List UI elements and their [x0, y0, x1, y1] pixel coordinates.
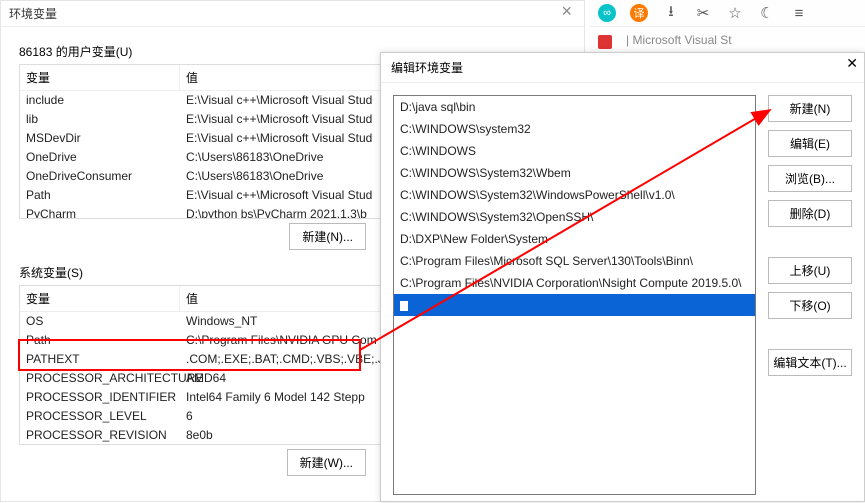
var-name: PROCESSOR_REVISION [26, 428, 186, 442]
system-new-button[interactable]: 新建(W)... [287, 449, 366, 476]
list-item[interactable]: D:\DXP\New Folder\System [394, 228, 755, 250]
var-name: PROCESSOR_ARCHITECTURE [26, 371, 186, 385]
edit-dialog-title-bar: 编辑环境变量 ✕ [381, 53, 864, 83]
list-item[interactable]: C:\WINDOWS [394, 140, 755, 162]
scissors-icon[interactable]: ✂ [694, 4, 712, 22]
list-item[interactable]: C:\WINDOWS\System32\WindowsPowerShell\v1… [394, 184, 755, 206]
link-icon[interactable]: ∞ [598, 4, 616, 22]
list-item[interactable]: C:\WINDOWS\system32 [394, 118, 755, 140]
dialog-button-column: 新建(N) 编辑(E) 浏览(B)... 删除(D) 上移(U) 下移(O) 编… [768, 95, 852, 495]
col-header-name: 变量 [20, 286, 180, 311]
browse-button[interactable]: 浏览(B)... [768, 165, 852, 192]
var-name: OneDrive [26, 150, 186, 164]
translate-icon[interactable]: 译 [630, 4, 648, 22]
move-up-button[interactable]: 上移(U) [768, 257, 852, 284]
var-name: MSDevDir [26, 131, 186, 145]
var-name: include [26, 93, 186, 107]
tab-fragment: | Microsoft Visual St [626, 33, 732, 47]
close-icon[interactable]: ✕ [846, 55, 858, 72]
var-name: OneDriveConsumer [26, 169, 186, 183]
delete-button[interactable]: 删除(D) [768, 200, 852, 227]
edit-env-variable-dialog: 编辑环境变量 ✕ D:\python\python36\Scripts\D:\p… [380, 52, 865, 502]
var-name: PATHEXT [26, 352, 186, 366]
new-button[interactable]: 新建(N) [768, 95, 852, 122]
star-icon[interactable]: ☆ [726, 4, 744, 22]
menu-icon[interactable]: ≡ [790, 4, 808, 22]
var-name: lib [26, 112, 186, 126]
var-name: Path [26, 333, 186, 347]
path-listbox[interactable]: D:\python\python36\Scripts\D:\python\pyt… [393, 95, 756, 495]
favicon-icon [598, 35, 612, 49]
download-icon[interactable]: ⭳ [662, 4, 680, 22]
edit-dialog-title: 编辑环境变量 [391, 61, 463, 75]
var-name: Path [26, 188, 186, 202]
list-item-new[interactable] [394, 294, 755, 316]
list-item[interactable]: C:\WINDOWS\System32\OpenSSH\ [394, 206, 755, 228]
move-down-button[interactable]: 下移(O) [768, 292, 852, 319]
list-item[interactable]: C:\WINDOWS\System32\Wbem [394, 162, 755, 184]
list-item[interactable]: D:\java sql\bin [394, 96, 755, 118]
var-name: OS [26, 314, 186, 328]
env-window-title: 环境变量 [9, 7, 57, 21]
var-name: PROCESSOR_IDENTIFIER [26, 390, 186, 404]
list-item[interactable]: C:\Program Files\NVIDIA Corporation\Nsig… [394, 272, 755, 294]
browser-toolbar: ∞ 译 ⭳ ✂ ☆ ☾ ≡ | Microsoft Visual St [590, 0, 865, 52]
col-header-name: 变量 [20, 65, 180, 90]
var-name: PyCharm [26, 207, 186, 219]
edit-text-button[interactable]: 编辑文本(T)... [768, 349, 852, 376]
list-item[interactable]: C:\Program Files\Microsoft SQL Server\13… [394, 250, 755, 272]
edit-button[interactable]: 编辑(E) [768, 130, 852, 157]
close-icon[interactable]: × [553, 1, 580, 22]
env-window-title-bar: 环境变量 × [1, 1, 584, 27]
var-name: PROCESSOR_LEVEL [26, 409, 186, 423]
moon-icon[interactable]: ☾ [758, 4, 776, 22]
user-new-button[interactable]: 新建(N)... [289, 223, 366, 250]
